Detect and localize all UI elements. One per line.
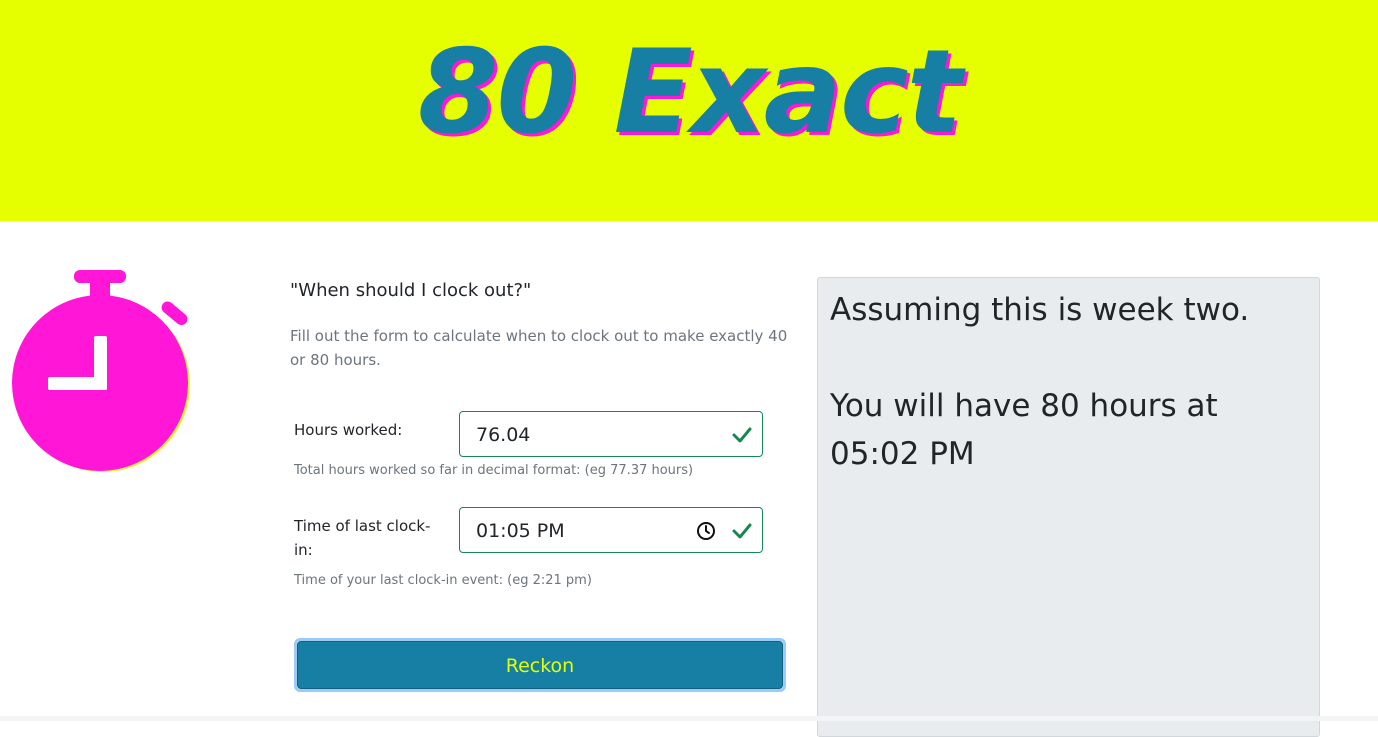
last-clock-in-label: Time of last clock-in: <box>294 517 431 559</box>
clock-icon[interactable] <box>696 521 716 541</box>
result-week-note: Assuming this is week two. <box>830 292 1250 328</box>
result-spacer <box>830 334 1310 382</box>
result-text: Assuming this is week two. You will have… <box>830 286 1310 478</box>
last-clock-in-value: 01:05 PM <box>476 520 565 542</box>
reckon-button[interactable]: Reckon <box>297 641 783 689</box>
header-banner: 80 Exact <box>0 0 1378 221</box>
last-clock-in-input[interactable]: 01:05 PM <box>459 507 763 553</box>
form-question: "When should I clock out?" <box>290 280 532 301</box>
hours-worked-input[interactable]: 76.04 <box>459 411 763 457</box>
result-clockout-time: You will have 80 hours at 05:02 PM <box>830 388 1218 472</box>
reckon-button-focus-ring: Reckon <box>294 638 786 692</box>
form-description: Fill out the form to calculate when to c… <box>290 327 788 369</box>
valid-check-icon <box>732 523 752 539</box>
page-bottom-divider <box>0 716 1378 721</box>
last-clock-in-help: Time of your last clock-in event: (eg 2:… <box>294 573 592 588</box>
result-panel: Assuming this is week two. You will have… <box>817 277 1320 737</box>
hours-worked-label: Hours worked: <box>294 421 403 439</box>
app-title: 80 Exact <box>417 25 962 160</box>
stopwatch-icon <box>8 268 194 478</box>
valid-check-icon <box>732 427 752 443</box>
hours-worked-help: Total hours worked so far in decimal for… <box>294 463 694 478</box>
hours-worked-value: 76.04 <box>476 424 531 446</box>
